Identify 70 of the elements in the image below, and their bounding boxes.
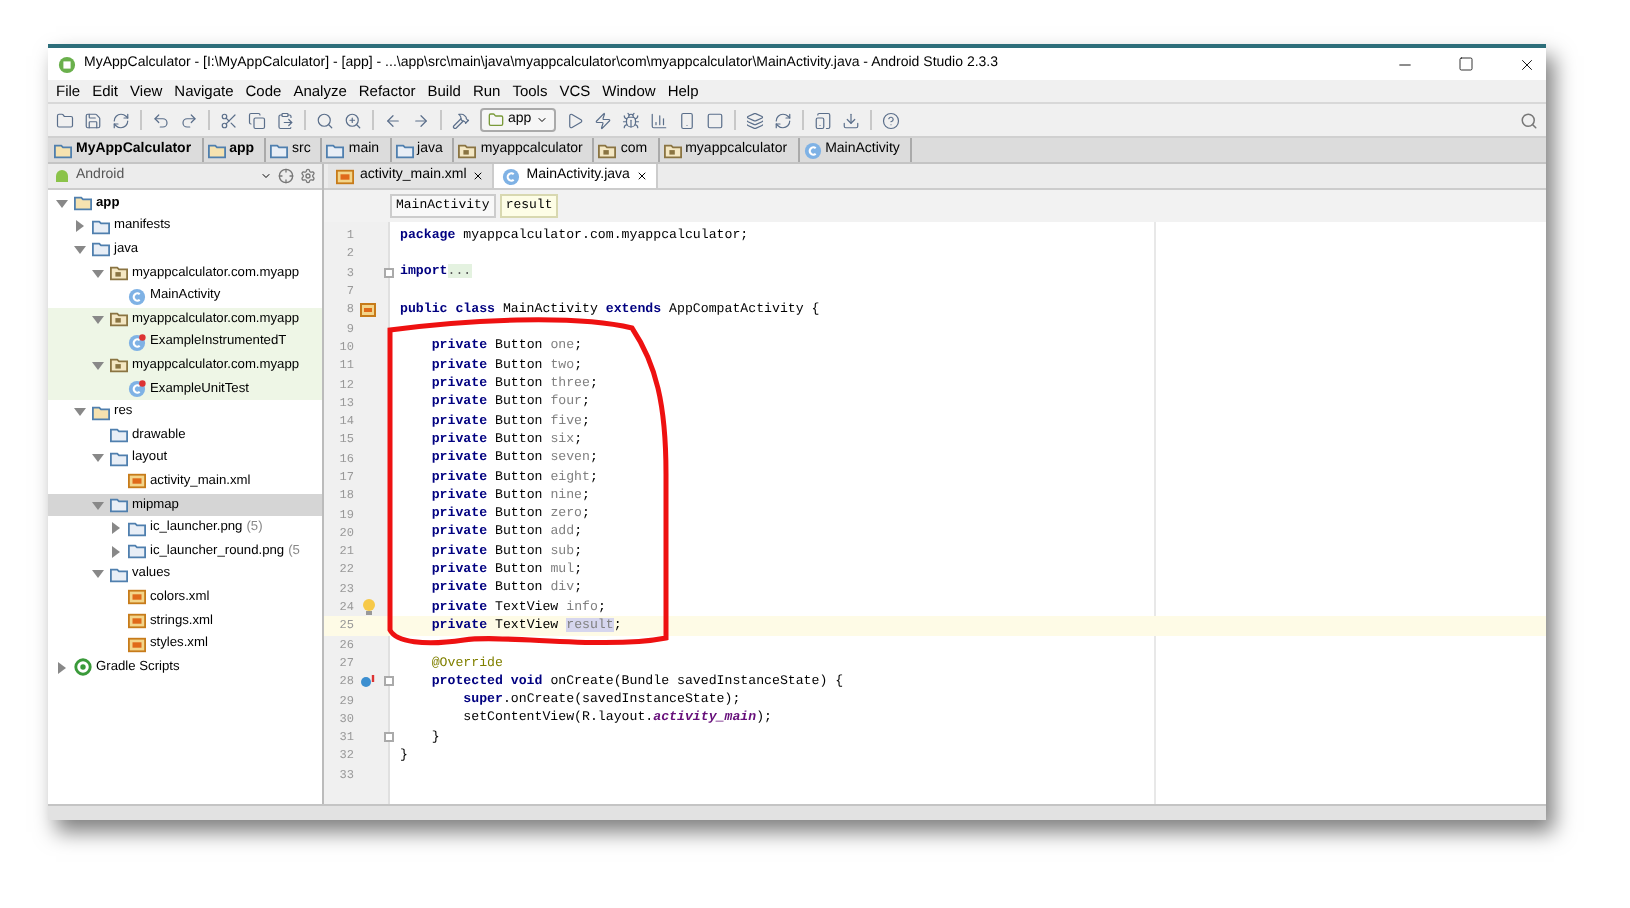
expanded-arrow-icon[interactable]	[92, 452, 104, 465]
folder-icon	[54, 141, 72, 159]
override-marker-icon[interactable]	[360, 673, 376, 690]
class-icon	[803, 141, 822, 159]
lightbulb-icon[interactable]	[361, 598, 375, 617]
expanded-arrow-icon[interactable]	[74, 406, 86, 419]
save-icon[interactable]	[84, 111, 102, 129]
forward-icon[interactable]	[412, 111, 430, 129]
package-icon	[598, 141, 617, 159]
hammer-icon[interactable]	[452, 111, 470, 129]
folder-icon	[326, 141, 345, 159]
profile-icon[interactable]	[649, 111, 668, 129]
close-icon[interactable]	[472, 170, 485, 182]
app-logo-icon	[58, 55, 76, 73]
collapsed-arrow-icon[interactable]	[56, 661, 68, 674]
fold-icon[interactable]	[383, 732, 393, 743]
device-icon[interactable]	[677, 111, 696, 129]
package-icon	[458, 141, 477, 159]
caret-icon[interactable]	[260, 170, 272, 182]
collapsed-arrow-icon[interactable]	[74, 220, 86, 233]
gradle-sync-icon[interactable]	[773, 111, 792, 129]
class-icon	[128, 287, 146, 306]
search-icon[interactable]	[316, 111, 334, 129]
expanded-arrow-icon[interactable]	[56, 197, 68, 210]
package-icon	[110, 264, 128, 283]
sdk-manager-icon[interactable]	[745, 111, 764, 129]
package-icon	[663, 141, 682, 159]
cut-icon[interactable]	[220, 111, 238, 129]
maximize-icon[interactable]	[1458, 56, 1474, 72]
close-icon[interactable]	[1518, 55, 1536, 73]
class-icon	[502, 167, 521, 185]
open-folder-icon[interactable]	[56, 111, 74, 129]
sync-icon[interactable]	[112, 111, 130, 129]
folder-icon	[395, 141, 414, 159]
stop-icon[interactable]	[705, 111, 724, 129]
expanded-arrow-icon[interactable]	[92, 499, 104, 512]
help-icon[interactable]	[881, 111, 900, 129]
close-icon[interactable]	[635, 170, 648, 182]
layout-link-icon[interactable]	[360, 301, 376, 318]
fold-icon[interactable]	[383, 676, 393, 687]
lightning-icon[interactable]	[593, 111, 612, 129]
test-class-icon	[128, 333, 146, 352]
android-icon	[54, 168, 70, 184]
copy-icon[interactable]	[248, 111, 266, 129]
paste-icon[interactable]	[276, 111, 294, 129]
package-icon	[110, 310, 128, 329]
zoom-icon[interactable]	[344, 111, 362, 129]
back-icon[interactable]	[384, 111, 402, 129]
gradle-icon	[74, 658, 92, 677]
xml-file-icon	[336, 167, 354, 185]
test-class-icon	[128, 380, 146, 399]
download-icon[interactable]	[841, 111, 860, 129]
folder-icon	[207, 141, 226, 159]
redo-icon[interactable]	[180, 111, 198, 129]
module-icon	[488, 112, 504, 128]
caret-icon	[535, 114, 548, 126]
xml-file-icon	[128, 472, 146, 491]
avd-manager-icon[interactable]	[813, 111, 832, 129]
fold-icon[interactable]	[383, 267, 393, 278]
undo-icon[interactable]	[152, 111, 170, 129]
run-icon[interactable]	[565, 111, 584, 129]
debug-icon[interactable]	[621, 111, 640, 129]
gear-icon[interactable]	[300, 168, 316, 184]
package-icon	[110, 356, 128, 375]
target-icon[interactable]	[278, 168, 294, 184]
expanded-arrow-icon[interactable]	[92, 568, 104, 581]
search-everywhere-icon[interactable]	[1520, 111, 1538, 129]
folder-icon	[270, 141, 289, 159]
expanded-arrow-icon[interactable]	[92, 313, 104, 326]
expanded-arrow-icon[interactable]	[92, 359, 104, 372]
